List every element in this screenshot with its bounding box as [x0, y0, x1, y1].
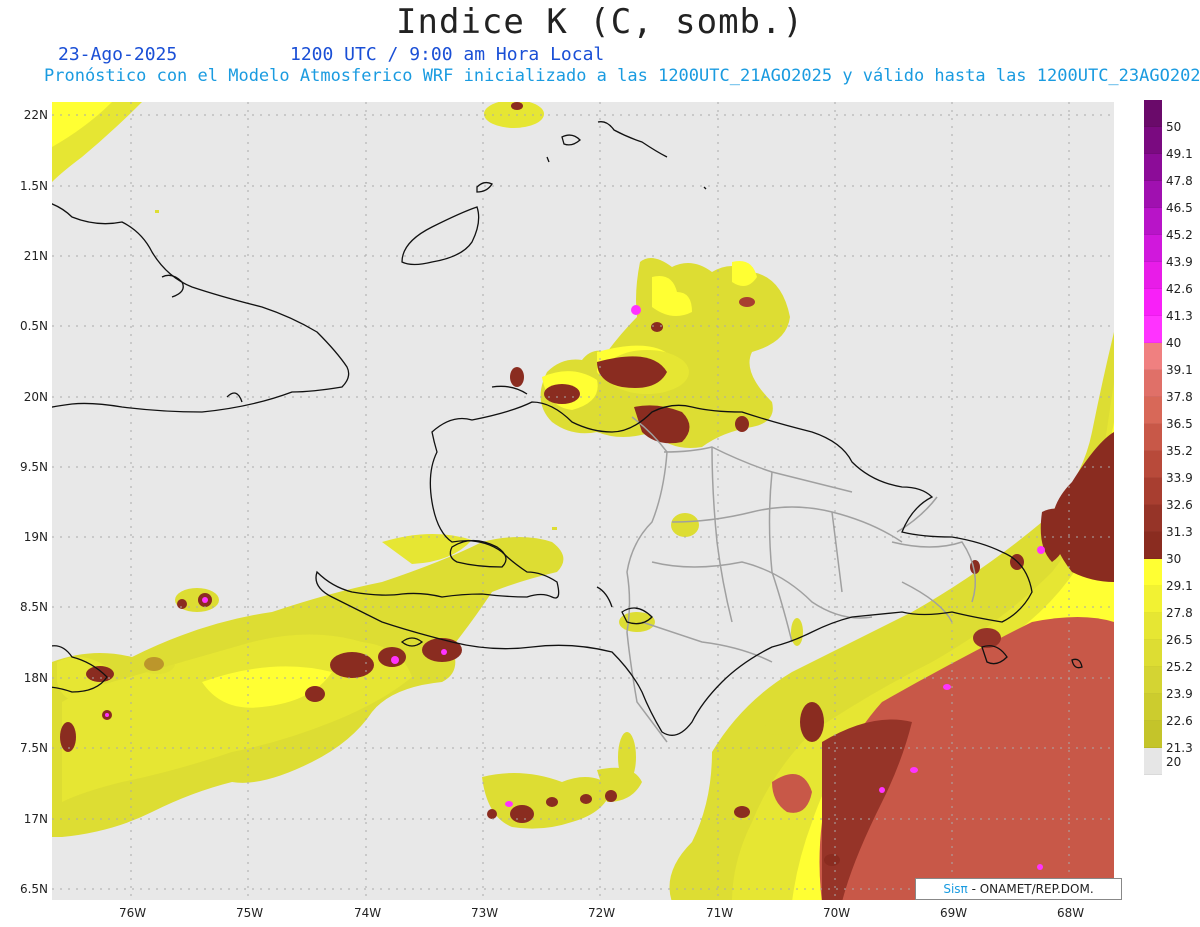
colorbar-label: 23.9 — [1166, 687, 1193, 701]
colorbar-label: 43.9 — [1166, 255, 1193, 269]
colorbar-label: 46.5 — [1166, 201, 1193, 215]
map-title: Indice K (C, somb.) — [396, 2, 804, 42]
lat-label: 17N — [23, 812, 48, 826]
colorbar-swatch — [1144, 154, 1162, 181]
colorbar-swatch — [1144, 505, 1162, 532]
colorbar-swatch — [1144, 721, 1162, 748]
colorbar-swatch — [1144, 694, 1162, 721]
forecast-time: 1200 UTC / 9:00 am Hora Local — [290, 44, 605, 65]
colorbar-swatch — [1144, 397, 1162, 424]
colorbar-label: 36.5 — [1166, 417, 1193, 431]
colorbar-swatch — [1144, 424, 1162, 451]
map-panel — [52, 102, 1114, 900]
lat-label: 7.5N — [19, 741, 48, 755]
colorbar-label: 32.6 — [1166, 498, 1193, 512]
lat-label: 20N — [23, 390, 48, 404]
colorbar-swatch — [1144, 748, 1162, 775]
lat-label: 22N — [23, 108, 48, 122]
colorbar-label: 50 — [1166, 120, 1182, 134]
colorbar-label: 22.6 — [1166, 714, 1193, 728]
colorbar-swatch — [1144, 343, 1162, 370]
colorbar-swatch — [1144, 235, 1162, 262]
colorbar-swatch — [1144, 559, 1162, 586]
colorbar-swatch — [1144, 127, 1162, 154]
lon-label: 72W — [588, 906, 616, 920]
colorbar-swatch — [1144, 100, 1162, 127]
colorbar-swatch — [1144, 289, 1162, 316]
colorbar-label: 35.2 — [1166, 444, 1193, 458]
colorbar-swatch — [1144, 613, 1162, 640]
lat-label: 0.5N — [19, 319, 48, 333]
colorbar-label: 37.8 — [1166, 390, 1193, 404]
colorbar-label: 26.5 — [1166, 633, 1193, 647]
colorbar-label: 30 — [1166, 552, 1182, 566]
colorbar-swatch — [1144, 262, 1162, 289]
colorbar-label: 47.8 — [1166, 174, 1193, 188]
colorbar-label: 45.2 — [1166, 228, 1193, 242]
colorbar-label: 33.9 — [1166, 471, 1193, 485]
lon-label: 76W — [119, 906, 147, 920]
lon-label: 74W — [354, 906, 382, 920]
colorbar-label: 27.8 — [1166, 606, 1193, 620]
colorbar-swatch — [1144, 316, 1162, 343]
colorbar-label: 20 — [1166, 755, 1182, 769]
lon-label: 69W — [940, 906, 968, 920]
lat-label: 8.5N — [19, 600, 48, 614]
colorbar-label: 42.6 — [1166, 282, 1193, 296]
forecast-date: 23-Ago-2025 — [58, 44, 178, 65]
credit-text: - ONAMET/REP.DOM. — [967, 882, 1094, 896]
credit-box: Sisπ - ONAMET/REP.DOM. — [915, 878, 1122, 900]
colorbar-swatch — [1144, 181, 1162, 208]
lat-label: 18N — [23, 671, 48, 685]
colorbar — [1144, 100, 1162, 775]
lat-label: 1.5N — [19, 179, 48, 193]
colorbar-label: 31.3 — [1166, 525, 1193, 539]
map-canvas — [52, 102, 1114, 900]
colorbar-swatch — [1144, 451, 1162, 478]
colorbar-label: 25.2 — [1166, 660, 1193, 674]
lon-label: 68W — [1057, 906, 1085, 920]
colorbar-swatch — [1144, 640, 1162, 667]
colorbar-label: 29.1 — [1166, 579, 1193, 593]
lat-label: 21N — [23, 249, 48, 263]
lat-label: 9.5N — [19, 460, 48, 474]
lat-label: 6.5N — [19, 882, 48, 896]
k-index-shading — [52, 102, 1114, 900]
lon-label: 73W — [471, 906, 499, 920]
lat-label: 19N — [23, 530, 48, 544]
colorbar-label: 49.1 — [1166, 147, 1193, 161]
colorbar-swatch — [1144, 208, 1162, 235]
credit-prefix: Sisπ — [943, 882, 968, 896]
colorbar-swatch — [1144, 532, 1162, 559]
lon-label: 70W — [823, 906, 851, 920]
colorbar-swatch — [1144, 478, 1162, 505]
colorbar-swatch — [1144, 586, 1162, 613]
colorbar-swatch — [1144, 370, 1162, 397]
colorbar-label: 39.1 — [1166, 363, 1193, 377]
colorbar-label: 41.3 — [1166, 309, 1193, 323]
colorbar-label: 40 — [1166, 336, 1182, 350]
lon-label: 71W — [706, 906, 734, 920]
colorbar-label: 21.3 — [1166, 741, 1193, 755]
colorbar-swatch — [1144, 667, 1162, 694]
forecast-subtitle: Pronóstico con el Modelo Atmosferico WRF… — [44, 66, 1200, 86]
lon-label: 75W — [236, 906, 264, 920]
